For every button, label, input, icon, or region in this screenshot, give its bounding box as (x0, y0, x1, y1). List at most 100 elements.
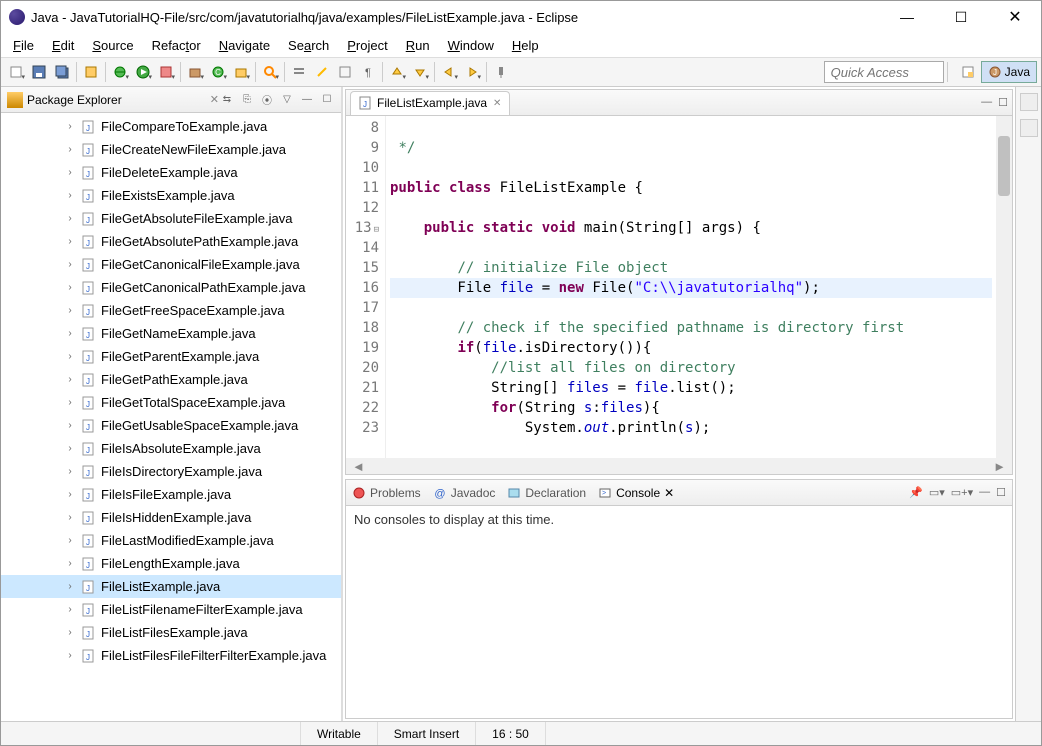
expand-icon[interactable]: › (63, 144, 77, 155)
tab-close-icon[interactable]: ✕ (493, 98, 501, 109)
tree-item[interactable]: ›JFileGetCanonicalFileExample.java (1, 253, 341, 276)
link-editor-icon[interactable]: ⎘ (239, 92, 255, 108)
expand-icon[interactable]: › (63, 489, 77, 500)
editor-tab[interactable]: J FileListExample.java ✕ (350, 91, 510, 115)
toggle-mark-button[interactable] (311, 61, 333, 83)
tree-item[interactable]: ›JFileIsFileExample.java (1, 483, 341, 506)
expand-icon[interactable]: › (63, 305, 77, 316)
new-folder-button[interactable]: ▾ (230, 61, 252, 83)
menu-help[interactable]: Help (504, 36, 547, 55)
minimize-view-icon[interactable]: — (299, 92, 315, 108)
tab-declaration[interactable]: Declaration (507, 486, 586, 500)
forward-button[interactable]: ▾ (461, 61, 483, 83)
tree-item[interactable]: ›JFileExistsExample.java (1, 184, 341, 207)
save-all-button[interactable] (51, 61, 73, 83)
editor-minimize-icon[interactable]: — (981, 96, 992, 109)
expand-icon[interactable]: › (63, 581, 77, 592)
pin-button[interactable] (490, 61, 512, 83)
tree-item[interactable]: ›JFileLastModifiedExample.java (1, 529, 341, 552)
quick-access-input[interactable] (824, 61, 944, 83)
debug-button[interactable]: ▾ (109, 61, 131, 83)
save-button[interactable] (28, 61, 50, 83)
focus-icon[interactable]: ⦿ (259, 92, 275, 108)
tree-item[interactable]: ›JFileListFilesFileFilterFilterExample.j… (1, 644, 341, 667)
tree-item[interactable]: ›JFileCompareToExample.java (1, 115, 341, 138)
tree-item[interactable]: ›JFileCreateNewFileExample.java (1, 138, 341, 161)
menu-project[interactable]: Project (339, 36, 395, 55)
new-package-button[interactable]: ▾ (184, 61, 206, 83)
tree-item[interactable]: ›JFileIsHiddenExample.java (1, 506, 341, 529)
console-max-icon[interactable]: ☐ (996, 486, 1006, 499)
maximize-view-icon[interactable]: ☐ (319, 92, 335, 108)
file-tree[interactable]: ›JFileCompareToExample.java›JFileCreateN… (1, 113, 341, 721)
tab-javadoc[interactable]: @Javadoc (433, 486, 496, 500)
tree-item[interactable]: ›JFileGetTotalSpaceExample.java (1, 391, 341, 414)
tree-item[interactable]: ›JFileIsDirectoryExample.java (1, 460, 341, 483)
tab-problems[interactable]: Problems (352, 486, 421, 500)
expand-icon[interactable]: › (63, 535, 77, 546)
close-button[interactable]: ✕ (997, 3, 1033, 31)
tree-item[interactable]: ›JFileGetNameExample.java (1, 322, 341, 345)
perspective-java[interactable]: J Java (981, 61, 1037, 83)
expand-icon[interactable]: › (63, 213, 77, 224)
expand-icon[interactable]: › (63, 190, 77, 201)
search-button[interactable]: ▾ (259, 61, 281, 83)
expand-icon[interactable]: › (63, 604, 77, 615)
tree-item[interactable]: ›JFileListExample.java (1, 575, 341, 598)
menu-refactor[interactable]: Refactor (144, 36, 209, 55)
expand-icon[interactable]: › (63, 259, 77, 270)
menu-edit[interactable]: Edit (44, 36, 82, 55)
expand-icon[interactable]: › (63, 167, 77, 178)
vertical-scrollbar[interactable] (996, 116, 1012, 458)
console-display-icon[interactable]: ▭▾ (929, 486, 945, 499)
menu-search[interactable]: Search (280, 36, 337, 55)
tree-item[interactable]: ›JFileDeleteExample.java (1, 161, 341, 184)
maximize-button[interactable]: ☐ (943, 3, 979, 31)
expand-icon[interactable]: › (63, 466, 77, 477)
expand-icon[interactable]: › (63, 282, 77, 293)
editor-maximize-icon[interactable]: ☐ (998, 96, 1008, 109)
expand-icon[interactable]: › (63, 121, 77, 132)
minimize-button[interactable]: — (889, 3, 925, 31)
outline-view-button[interactable] (1020, 93, 1038, 111)
console-min-icon[interactable]: — (979, 486, 990, 499)
console-pin-icon[interactable]: 📌 (909, 486, 923, 499)
expand-icon[interactable]: › (63, 443, 77, 454)
toggle-breadcrumb-button[interactable] (288, 61, 310, 83)
view-close-icon[interactable]: ✕ (210, 93, 219, 106)
horizontal-scrollbar[interactable]: ◄► (346, 458, 1012, 474)
tree-item[interactable]: ›JFileGetAbsolutePathExample.java (1, 230, 341, 253)
toggle-block-button[interactable] (334, 61, 356, 83)
tree-item[interactable]: ›JFileGetCanonicalPathExample.java (1, 276, 341, 299)
show-whitespace-button[interactable]: ¶ (357, 61, 379, 83)
task-list-button[interactable] (1020, 119, 1038, 137)
expand-icon[interactable]: › (63, 420, 77, 431)
line-gutter[interactable]: 891011121314151617181920212223 (346, 116, 386, 458)
menu-navigate[interactable]: Navigate (211, 36, 278, 55)
expand-icon[interactable]: › (63, 650, 77, 661)
menu-window[interactable]: Window (440, 36, 502, 55)
expand-icon[interactable]: › (63, 512, 77, 523)
tree-item[interactable]: ›JFileListFilenameFilterExample.java (1, 598, 341, 621)
expand-icon[interactable]: › (63, 558, 77, 569)
menu-file[interactable]: File (5, 36, 42, 55)
tree-item[interactable]: ›JFileLengthExample.java (1, 552, 341, 575)
menu-source[interactable]: Source (84, 36, 141, 55)
run-button[interactable]: ▾ (132, 61, 154, 83)
view-menu-icon[interactable]: ▽ (279, 92, 295, 108)
console-close-icon[interactable]: ✕ (664, 486, 674, 500)
tree-item[interactable]: ›JFileGetAbsoluteFileExample.java (1, 207, 341, 230)
expand-icon[interactable]: › (63, 627, 77, 638)
back-button[interactable]: ▾ (438, 61, 460, 83)
tree-item[interactable]: ›JFileGetFreeSpaceExample.java (1, 299, 341, 322)
code-editor[interactable]: */ public class FileListExample { public… (386, 116, 996, 458)
expand-icon[interactable]: › (63, 328, 77, 339)
expand-icon[interactable]: › (63, 397, 77, 408)
next-annotation-button[interactable]: ▾ (409, 61, 431, 83)
expand-icon[interactable]: › (63, 374, 77, 385)
new-button[interactable]: ▾ (5, 61, 27, 83)
menu-run[interactable]: Run (398, 36, 438, 55)
tab-console[interactable]: >Console ✕ (598, 486, 674, 500)
tree-item[interactable]: ›JFileGetParentExample.java (1, 345, 341, 368)
new-class-button[interactable]: C▾ (207, 61, 229, 83)
